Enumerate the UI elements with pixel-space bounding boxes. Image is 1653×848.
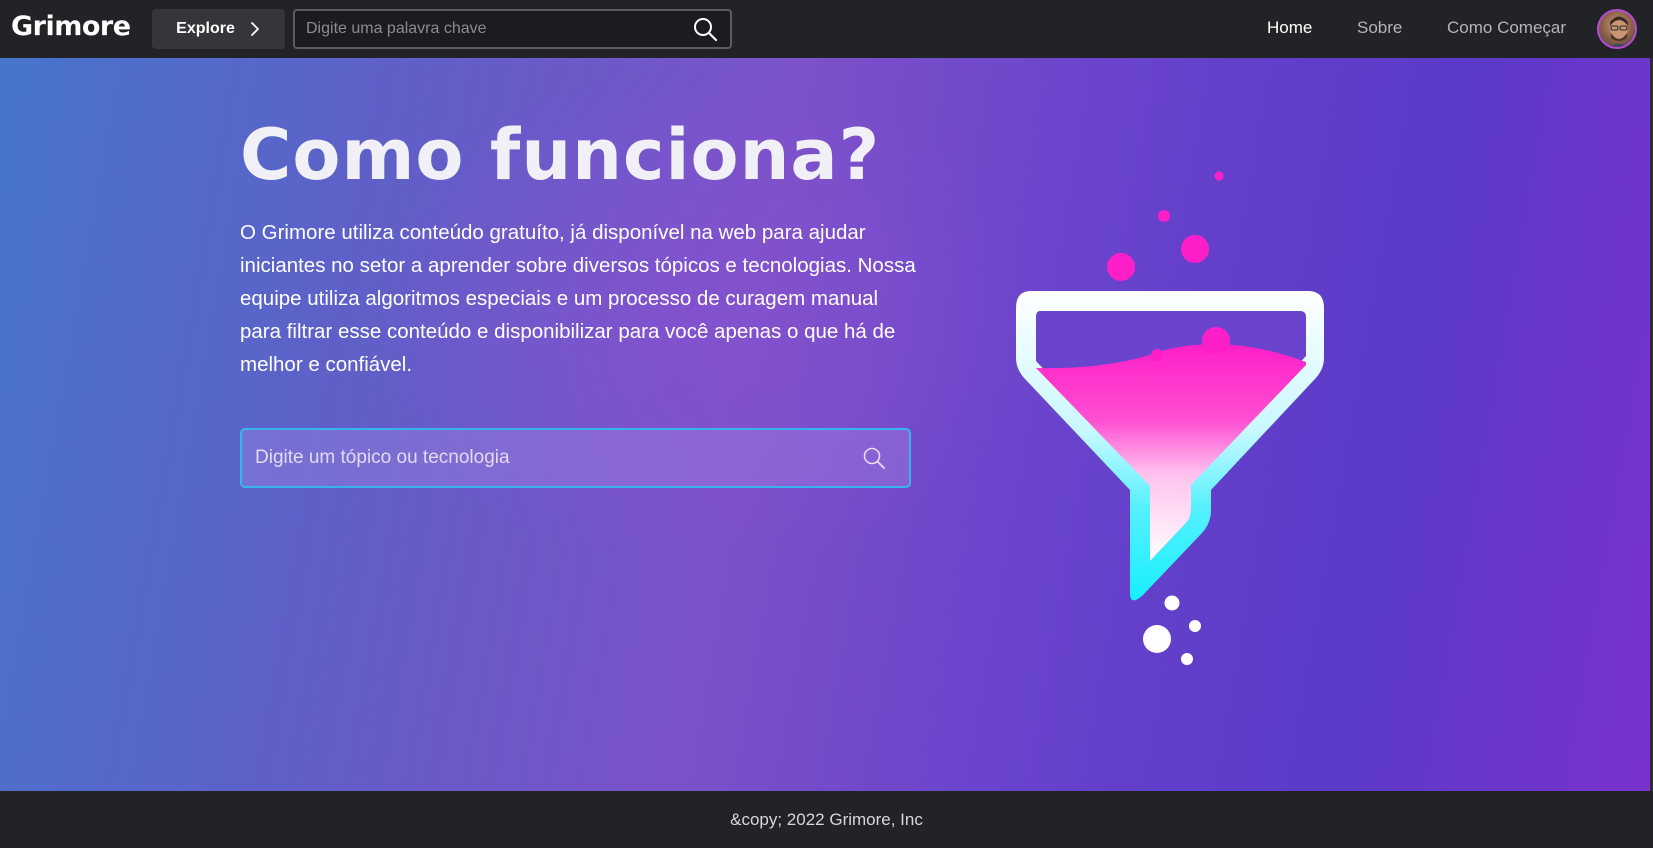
- user-avatar[interactable]: [1597, 9, 1637, 49]
- nav-link-home[interactable]: Home: [1267, 18, 1312, 38]
- nav-link-como-comecar[interactable]: Como Começar: [1447, 18, 1566, 38]
- topic-search-box: [240, 428, 911, 488]
- header-search-box: [293, 9, 732, 49]
- funnel-illustration: [1016, 171, 1324, 665]
- explore-button[interactable]: Explore: [152, 9, 285, 49]
- avatar-face-icon: [1608, 16, 1630, 47]
- search-icon[interactable]: [861, 445, 887, 471]
- footer: &copy; 2022 Grimore, Inc: [0, 791, 1653, 848]
- top-navbar: Grimore Explore Home Sobre Como Começar: [0, 0, 1653, 58]
- topic-search-input[interactable]: [242, 430, 861, 486]
- hero-description: O Grimore utiliza conteúdo gratuíto, já …: [240, 221, 916, 376]
- logo[interactable]: Grimore: [11, 11, 131, 42]
- search-icon[interactable]: [692, 16, 718, 42]
- nav-link-sobre[interactable]: Sobre: [1357, 18, 1402, 38]
- chevron-right-icon: [250, 22, 259, 36]
- explore-button-label: Explore: [176, 20, 235, 37]
- header-search-input[interactable]: [295, 11, 692, 47]
- footer-copyright: &copy; 2022 Grimore, Inc: [730, 809, 923, 829]
- page-title: Como funciona?: [240, 114, 881, 196]
- hero-section: Como funciona? O Grimore utiliza conteúd…: [0, 58, 1653, 791]
